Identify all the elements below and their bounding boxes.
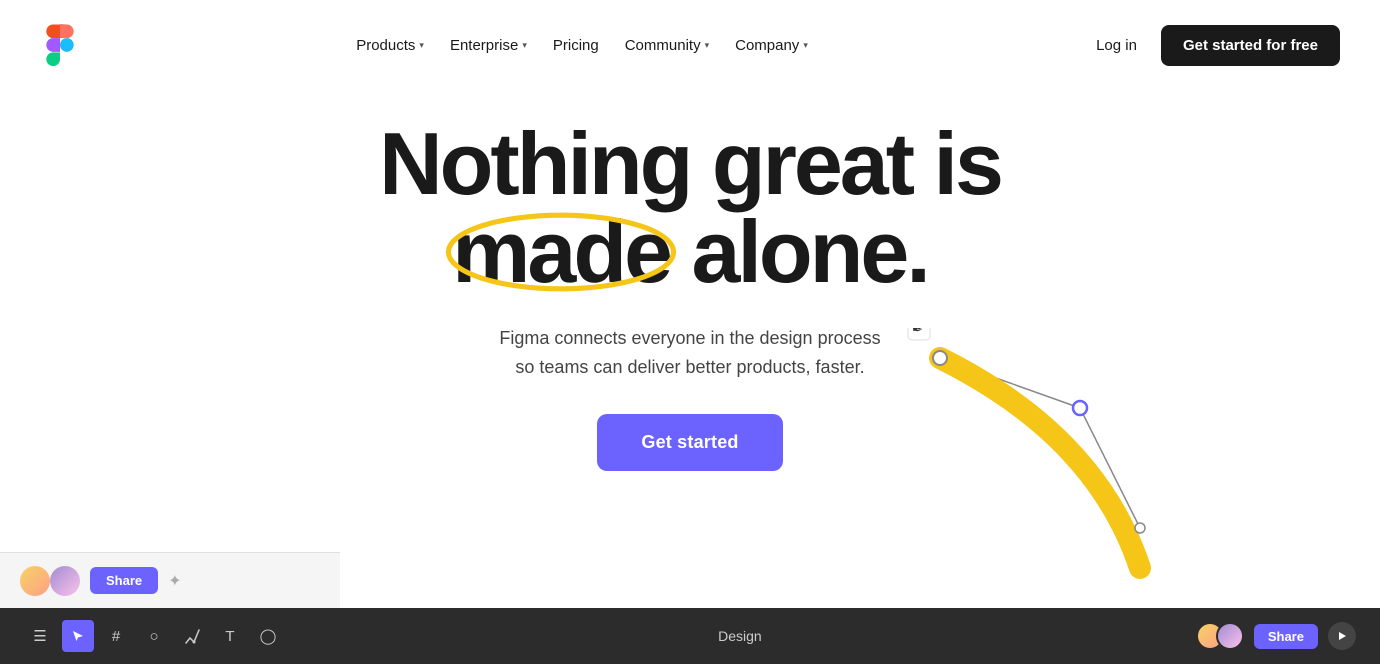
avatar-2 [50,566,80,596]
bottom-share-overlay: Share ✦ [0,552,340,608]
login-button[interactable]: Log in [1084,29,1149,62]
get-started-nav-button[interactable]: Get started for free [1161,25,1340,66]
pen-icon [185,629,200,644]
nav-item-enterprise[interactable]: Enterprise ▾ [440,31,537,60]
logo[interactable] [40,15,80,75]
hero-title: Nothing great is made alone. [379,120,1001,296]
nav-company-label: Company [735,37,799,54]
toolbar-right: Share [1196,622,1356,650]
nav-products-label: Products [356,37,415,54]
hero-made-text: made [452,202,670,301]
nav-links: Products ▾ Enterprise ▾ Pricing Communit… [346,31,818,60]
text-toolbar-icon[interactable]: T [214,620,246,652]
figma-toolbar: ☰ # ○ T ◯ Design Share [0,608,1380,664]
sparkle-icon: ✦ [168,571,181,591]
hero-subtitle-line2: so teams can deliver better products, fa… [515,357,864,377]
get-started-hero-button[interactable]: Get started [597,414,782,471]
chevron-down-icon: ▾ [803,40,808,51]
hero-subtitle: Figma connects everyone in the design pr… [499,324,880,382]
nav-item-products[interactable]: Products ▾ [346,31,434,60]
chevron-down-icon: ▾ [522,40,527,51]
nav-actions: Log in Get started for free [1084,25,1340,66]
cursor-icon [71,629,85,643]
toolbar-share-button[interactable]: Share [1254,624,1318,649]
play-icon [1337,631,1347,641]
nav-pricing-label: Pricing [553,37,599,54]
nav-item-pricing[interactable]: Pricing [543,31,609,60]
avatar-1 [20,566,50,596]
toolbar-avatar-2 [1216,622,1244,650]
toolbar-left: ☰ # ○ T ◯ [24,620,284,652]
nav-item-company[interactable]: Company ▾ [725,31,818,60]
chevron-down-icon: ▾ [419,40,424,51]
cursor-toolbar-icon[interactable] [62,620,94,652]
frame-toolbar-icon[interactable]: # [100,620,132,652]
nav-enterprise-label: Enterprise [450,37,518,54]
overlay-share-button[interactable]: Share [90,567,158,594]
pen-toolbar-icon[interactable] [176,620,208,652]
chevron-down-icon: ▾ [705,40,710,51]
ellipse-toolbar-icon[interactable]: ○ [138,620,170,652]
hero-alone-text: alone. [670,202,928,301]
hero-section: Nothing great is made alone. Figma conne… [0,90,1380,471]
menu-toolbar-icon[interactable]: ☰ [24,620,56,652]
nav-community-label: Community [625,37,701,54]
nav-item-community[interactable]: Community ▾ [615,31,719,60]
comment-toolbar-icon[interactable]: ◯ [252,620,284,652]
hero-subtitle-line1: Figma connects everyone in the design pr… [499,328,880,348]
toolbar-play-button[interactable] [1328,622,1356,650]
toolbar-design-label: Design [718,628,762,644]
hero-made-wrap: made [452,208,670,296]
navbar: Products ▾ Enterprise ▾ Pricing Communit… [0,0,1380,90]
hero-title-line1: Nothing great is [379,114,1001,213]
